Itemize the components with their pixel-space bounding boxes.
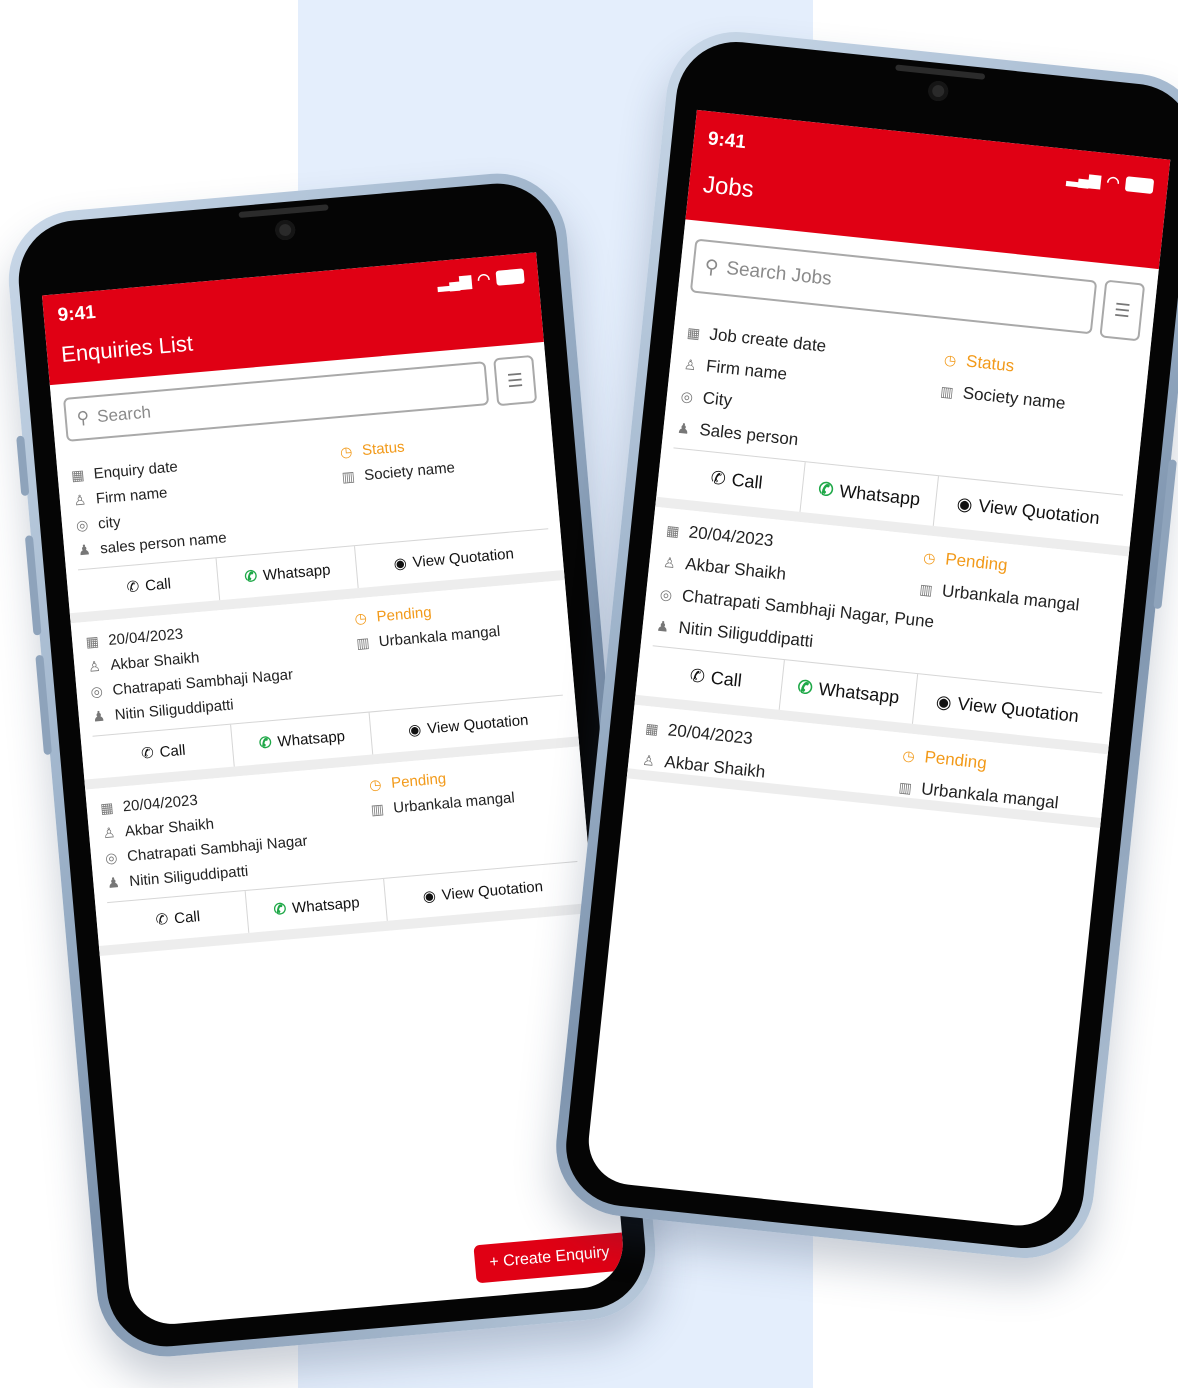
whatsapp-button[interactable]: ✆ Whatsapp — [245, 878, 389, 933]
location-icon: ◎ — [659, 585, 674, 603]
calendar-icon: ▦ — [70, 466, 86, 484]
clock-icon: ◷ — [368, 775, 383, 793]
whatsapp-icon: ✆ — [258, 734, 273, 753]
call-button[interactable]: ✆ Call — [92, 724, 235, 779]
calendar-icon: ▦ — [644, 719, 660, 737]
status-time: 9:41 — [706, 128, 747, 154]
clock-icon: ◷ — [353, 609, 368, 627]
wifi-icon: ◠ — [476, 270, 491, 289]
location-icon: ◎ — [680, 387, 694, 405]
eye-icon: ◉ — [955, 492, 974, 515]
whatsapp-button[interactable]: ✆ Whatsapp — [780, 660, 918, 724]
building-icon: ▥ — [897, 778, 913, 796]
person-icon: ♙ — [102, 824, 117, 842]
whatsapp-button[interactable]: ✆ Whatsapp — [800, 462, 939, 526]
clock-icon: ◷ — [922, 548, 937, 566]
status-badge: Pending — [390, 770, 447, 792]
whatsapp-icon: ✆ — [817, 478, 835, 500]
calendar-icon: ▦ — [665, 521, 681, 539]
calendar-icon: ▦ — [99, 799, 115, 817]
create-enquiry-button[interactable]: + Create Enquiry — [473, 1232, 626, 1284]
whatsapp-button[interactable]: ✆ Whatsapp — [231, 712, 374, 767]
clock-icon: ◷ — [943, 350, 958, 368]
view-quotation-button[interactable]: ◉ View Quotation — [913, 674, 1103, 743]
jobs-screen: 9:41 ▂▄▆ ◠ Jobs ⚲ Search Jobs ☰ ▦ Job cr… — [584, 109, 1171, 1230]
view-quotation-button[interactable]: ◉ View Quotation — [933, 476, 1123, 545]
eye-icon: ◉ — [392, 554, 408, 573]
wifi-icon: ◠ — [1105, 173, 1121, 192]
calendar-icon: ▦ — [85, 632, 100, 650]
clock-icon: ◷ — [901, 746, 916, 764]
camera-icon — [927, 80, 950, 103]
eye-icon: ◉ — [422, 887, 437, 906]
status-time: 9:41 — [56, 301, 97, 327]
location-icon: ◎ — [104, 849, 119, 867]
eye-icon: ◉ — [407, 721, 423, 740]
person-icon: ♙ — [87, 657, 102, 675]
status-badge: Pending — [923, 747, 988, 773]
person-icon: ♙ — [72, 491, 87, 509]
camera-icon — [274, 219, 297, 241]
building-icon: ▥ — [918, 580, 934, 598]
battery-icon — [1124, 175, 1155, 194]
call-button[interactable]: ✆ Call — [668, 448, 807, 512]
person-icon: ♙ — [683, 355, 698, 373]
search-icon: ⚲ — [703, 256, 720, 279]
phone-icon: ✆ — [140, 744, 155, 763]
status-badge: Status — [965, 351, 1016, 376]
left-phone: 9:41 ▂▄▆ ◠ Enquiries List ⚲ Search ☰ ▦ E… — [2, 167, 662, 1363]
search-icon: ⚲ — [75, 407, 91, 428]
phone-icon: ✆ — [125, 578, 140, 597]
filter-icon: ☰ — [1113, 299, 1132, 321]
building-icon: ▥ — [370, 800, 385, 818]
phone-icon: ✆ — [155, 910, 170, 929]
person-icon: ♙ — [641, 751, 656, 769]
call-button[interactable]: ✆ Call — [647, 646, 786, 710]
battery-icon — [495, 267, 525, 286]
person-icon: ♟ — [91, 707, 106, 725]
enquiries-screen: 9:41 ▂▄▆ ◠ Enquiries List ⚲ Search ☰ ▦ E… — [41, 252, 627, 1328]
status-badge: Status — [361, 438, 406, 460]
filter-icon: ☰ — [506, 369, 525, 391]
building-icon: ▥ — [341, 467, 356, 486]
person-icon: ♙ — [662, 553, 677, 571]
signal-icon: ▂▄▆ — [436, 272, 472, 292]
whatsapp-icon: ✆ — [796, 676, 814, 698]
location-icon: ◎ — [89, 682, 104, 700]
person-icon: ♟ — [77, 541, 92, 559]
person-icon: ♟ — [676, 419, 691, 437]
building-icon: ▥ — [939, 382, 955, 400]
building-icon: ▥ — [355, 634, 371, 652]
status-badge: Pending — [375, 603, 433, 626]
call-button[interactable]: ✆ Call — [107, 890, 250, 945]
person-icon: ♟ — [655, 617, 670, 635]
view-quotation-button[interactable]: ◉ View Quotation — [355, 529, 551, 588]
whatsapp-button[interactable]: ✆ Whatsapp — [216, 546, 360, 601]
person-icon: ♟ — [106, 873, 121, 892]
view-quotation-button[interactable]: ◉ View Quotation — [385, 862, 581, 921]
signal-icon: ▂▄▆ — [1066, 169, 1102, 190]
filter-button[interactable]: ☰ — [493, 354, 538, 407]
filter-button[interactable]: ☰ — [1099, 279, 1146, 342]
view-quotation-button[interactable]: ◉ View Quotation — [370, 696, 566, 755]
clock-icon: ◷ — [339, 443, 353, 461]
phone-icon: ✆ — [709, 466, 727, 489]
location-icon: ◎ — [75, 516, 89, 534]
call-button[interactable]: ✆ Call — [78, 558, 221, 613]
whatsapp-icon: ✆ — [272, 900, 287, 919]
status-badge: Pending — [944, 549, 1009, 575]
calendar-icon: ▦ — [686, 323, 702, 341]
phone-icon: ✆ — [688, 664, 707, 687]
whatsapp-icon: ✆ — [243, 567, 258, 586]
eye-icon: ◉ — [935, 690, 953, 713]
